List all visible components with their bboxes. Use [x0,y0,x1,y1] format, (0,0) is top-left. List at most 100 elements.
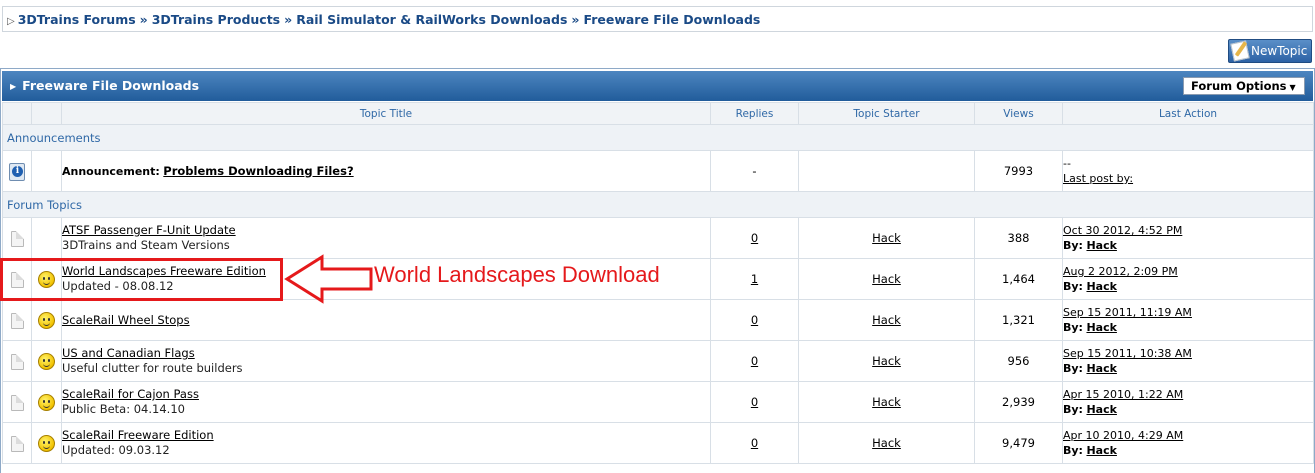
topic-title-link[interactable]: US and Canadian Flags [62,346,195,360]
chevron-down-icon: ▼ [1289,83,1296,92]
last-action-date-link[interactable]: Apr 10 2010, 4:29 AM [1063,429,1183,442]
column-header-views[interactable]: Views [974,102,1063,125]
announcement-last-action: -- Last post by: [1062,150,1314,192]
table-row: ATSF Passenger F-Unit Update 3DTrains and… [2,217,1314,259]
last-action-by: By: Hack [1063,403,1117,416]
last-action-user-link[interactable]: Hack [1086,239,1116,252]
last-action-date-link[interactable]: Apr 15 2010, 1:22 AM [1063,388,1183,401]
last-action-user-link[interactable]: Hack [1086,321,1116,334]
topic-title-cell: ScaleRail for Cajon Pass Public Beta: 04.… [61,381,711,423]
topic-last-action: Aug 2 2012, 2:09 PM By: Hack [1062,258,1314,300]
topic-last-action: Sep 15 2011, 11:19 AM By: Hack [1062,299,1314,341]
topic-replies: 0 [710,217,799,259]
topic-starter: Hack [798,217,975,259]
section-label: Announcements [2,124,1314,151]
topic-title-link[interactable]: ScaleRail Freeware Edition [62,428,214,442]
topic-last-action: Sep 15 2011, 10:38 AM By: Hack [1062,340,1314,382]
topic-title-cell: ScaleRail Wheel Stops [61,299,711,341]
table-row: ScaleRail Wheel Stops 0 Hack 1,321 Sep 15 20… [2,299,1314,341]
last-action-user-link[interactable]: Hack [1086,444,1116,457]
doc-icon [10,230,24,247]
topic-title-cell: ScaleRail Freeware Edition Updated: 09.03… [61,422,711,464]
breadcrumb-link-freeware[interactable]: Freeware File Downloads [583,12,760,27]
doc-icon-cell [2,258,32,300]
starter-link[interactable]: Hack [872,395,901,409]
starter-link[interactable]: Hack [872,354,901,368]
last-action-by: By: Hack [1063,444,1117,457]
breadcrumb-link-railsim[interactable]: Rail Simulator & RailWorks Downloads [296,12,567,27]
starter-link[interactable]: Hack [872,272,901,286]
topic-views: 9,479 [974,422,1063,464]
last-post-link[interactable]: Last post by: [1063,171,1313,186]
last-action-user-link[interactable]: Hack [1086,280,1116,293]
starter-link[interactable]: Hack [872,436,901,450]
replies-link[interactable]: 0 [751,354,758,368]
smiley-icon-cell [31,217,62,259]
topic-last-action: Oct 30 2012, 4:52 PM By: Hack [1062,217,1314,259]
breadcrumb-separator: » [284,12,293,27]
doc-icon [10,353,24,370]
empty-cell [31,150,62,192]
replies-link[interactable]: 1 [751,272,758,286]
doc-icon-cell [2,217,32,259]
topic-title-link[interactable]: ATSF Passenger F-Unit Update [62,223,236,237]
topic-last-action: Apr 15 2010, 1:22 AM By: Hack [1062,381,1314,423]
forum-header: ▶ Freeware File Downloads [2,71,1313,101]
starter-link[interactable]: Hack [872,231,901,245]
topic-views: 388 [974,217,1063,259]
topic-starter: Hack [798,381,975,423]
table-row: ScaleRail Freeware Edition Updated: 09.03… [2,422,1314,464]
topic-title-link[interactable]: ScaleRail for Cajon Pass [62,387,199,401]
topic-starter: Hack [798,422,975,464]
forum-options-button[interactable]: Forum Options ▼ [1183,77,1305,95]
topic-views: 1,321 [974,299,1063,341]
smiley-icon [38,271,55,288]
topic-title-cell: ATSF Passenger F-Unit Update 3DTrains and… [61,217,711,259]
topic-starter: Hack [798,340,975,382]
topic-replies: 0 [710,422,799,464]
topic-replies: 1 [710,258,799,300]
breadcrumb-separator: » [139,12,148,27]
topic-views: 2,939 [974,381,1063,423]
column-header-replies[interactable]: Replies [710,102,799,125]
topic-title-link[interactable]: World Landscapes Freeware Edition [62,264,266,278]
announcement-replies: - [710,150,799,192]
table-row: US and Canadian Flags Useful clutter for … [2,340,1314,382]
replies-link[interactable]: 0 [751,231,758,245]
announcement-link[interactable]: Problems Downloading Files? [163,164,353,178]
last-action-date-link[interactable]: Sep 15 2011, 11:19 AM [1063,306,1192,319]
breadcrumb-link-forums[interactable]: 3DTrains Forums [18,12,136,27]
section-row-forum-topics: Forum Topics [2,191,1314,218]
last-action-user-link[interactable]: Hack [1086,362,1116,375]
breadcrumb-link-products[interactable]: 3DTrains Products [152,12,280,27]
last-action-by: By: Hack [1063,280,1117,293]
callout-arrow-icon [284,254,373,304]
topic-description: Updated: 09.03.12 [62,443,170,457]
column-header-title[interactable]: Topic Title [61,102,711,125]
doc-icon-cell [2,340,32,382]
last-action-user-link[interactable]: Hack [1086,403,1116,416]
topic-starter: Hack [798,258,975,300]
topic-title-link[interactable]: ScaleRail Wheel Stops [62,313,190,327]
smiley-icon [38,394,55,411]
column-header-last-action[interactable]: Last Action [1062,102,1314,125]
starter-link[interactable]: Hack [872,313,901,327]
breadcrumb-arrow-icon: ▷ [7,16,15,27]
collapse-arrow-icon[interactable]: ▶ [10,82,16,91]
replies-link[interactable]: 0 [751,313,758,327]
topic-description: Public Beta: 04.14.10 [62,402,185,416]
announcement-prefix: Announcement: [62,164,160,178]
last-action-date-link[interactable]: Aug 2 2012, 2:09 PM [1063,265,1178,278]
column-header-starter[interactable]: Topic Starter [798,102,975,125]
new-topic-label: NewTopic [1251,44,1308,58]
replies-link[interactable]: 0 [751,395,758,409]
last-action-date-link[interactable]: Oct 30 2012, 4:52 PM [1063,224,1182,237]
new-topic-button[interactable]: NewTopic [1228,39,1312,63]
doc-icon-cell [2,381,32,423]
last-action-date-link[interactable]: Sep 15 2011, 10:38 AM [1063,347,1192,360]
announcement-views: 7993 [974,150,1063,192]
announcement-icon-cell [2,150,32,192]
replies-link[interactable]: 0 [751,436,758,450]
last-action-by: By: Hack [1063,321,1117,334]
smiley-icon-cell [31,340,62,382]
